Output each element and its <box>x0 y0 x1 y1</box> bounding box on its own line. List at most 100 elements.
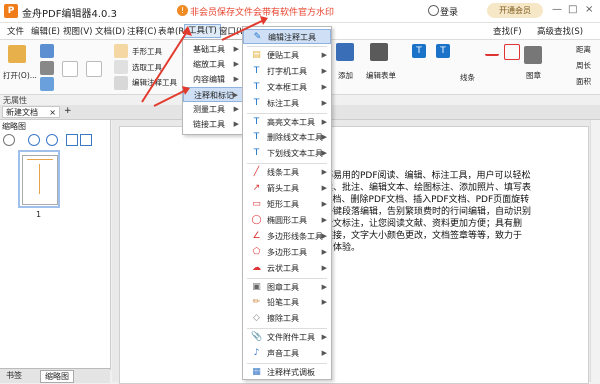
annot-menu-label: 擦除工具 <box>267 314 299 324</box>
advanced-find-button[interactable]: 高级查找(S) <box>534 25 586 37</box>
annotation-submenu: ✎ 编辑注释工具 ▤ 便贴工具 ▶ T 打字机工具 ▶ T 文本框工具 ▶ T 标注工具 ▶ T 高亮文本工具… <box>242 26 332 380</box>
ellipse-icon: ◯ <box>251 214 262 225</box>
doc-line: PDF文档、删除PDF文档、插入PDF文档、PDF页面旋转 <box>306 195 530 205</box>
annot-menu-item[interactable]: T 标注工具 ▶ <box>243 96 331 111</box>
annot-menu-item[interactable]: T 删除线文本工具 ▶ <box>243 130 331 145</box>
find-button[interactable]: 查找(F) <box>490 25 525 37</box>
warning-icon: ! <box>177 5 188 16</box>
hand-tool-icon[interactable] <box>114 44 128 58</box>
text-icon[interactable]: T <box>412 44 426 58</box>
menu-view[interactable]: 视图(V) <box>60 25 95 37</box>
pencil-icon: ✏ <box>252 297 261 308</box>
menu-separator <box>247 363 327 364</box>
menu-document[interactable]: 文档(D) <box>92 25 128 37</box>
distance-button[interactable]: 距离 <box>576 44 591 55</box>
annot-menu-item[interactable]: ☁ 云状工具 ▶ <box>243 261 331 276</box>
annot-menu-item[interactable]: T 文本框工具 ▶ <box>243 80 331 95</box>
add-button[interactable]: 添加 <box>338 70 353 81</box>
undo-icon[interactable] <box>62 61 78 77</box>
annot-menu-item[interactable]: ▦ 注释样式调板 <box>243 365 331 380</box>
typewriter-icon: T <box>253 65 260 76</box>
annot-menu-item[interactable]: T 高亮文本工具 ▶ <box>243 115 331 130</box>
print-icon[interactable] <box>40 61 54 75</box>
zoom-out-icon[interactable] <box>28 134 40 146</box>
edit-form-button[interactable]: 编辑表单 <box>366 70 396 81</box>
stamp-icon[interactable] <box>524 46 542 64</box>
stamp-button[interactable]: 图章 <box>526 70 541 81</box>
polygon-icon: ⬠ <box>252 246 261 257</box>
settings-icon[interactable] <box>3 134 15 146</box>
submenu-arrow-icon: ▶ <box>321 133 327 142</box>
annot-menu-label: 便贴工具 <box>267 50 299 60</box>
redo-icon[interactable] <box>86 61 102 77</box>
annot-menu-item[interactable]: ✏ 铅笔工具 ▶ <box>243 295 331 310</box>
annot-menu-label: 多边形线条工具 <box>267 231 323 241</box>
annot-menu-item[interactable]: T 下划线文本工具 ▶ <box>243 146 331 161</box>
submenu-arrow-icon: ▶ <box>321 263 327 272</box>
pdf-page[interactable] <box>119 126 589 384</box>
menu-separator <box>247 112 327 114</box>
annot-menu-label: 高亮文本工具 <box>267 117 315 127</box>
annot-menu-item[interactable]: ╱ 线条工具 ▶ <box>243 165 331 180</box>
bookmarks-tab[interactable]: 书签 <box>2 370 26 381</box>
zoom-in-icon[interactable] <box>46 134 58 146</box>
annot-menu-item[interactable]: ▤ 便贴工具 ▶ <box>243 48 331 63</box>
doc-line: 进行全文标注，让您阅读文献、资料更加方便；具有删 <box>306 219 523 229</box>
rectangle-icon: ▭ <box>252 199 261 209</box>
close-button[interactable]: × <box>585 4 593 15</box>
vertical-scrollbar[interactable] <box>590 120 600 382</box>
polygon-icon[interactable] <box>504 44 520 60</box>
doc-line: 款轻巧易用的PDF阅读、编辑、标注工具，用户可以轻松 <box>306 171 531 181</box>
add-icon[interactable] <box>336 43 354 61</box>
file-attachment-icon: 📎 <box>251 332 263 343</box>
area-button[interactable]: 面积 <box>576 76 591 87</box>
open-folder-icon[interactable] <box>8 45 26 63</box>
page-thumbnail[interactable] <box>22 155 58 205</box>
login-link[interactable]: 登录 <box>440 5 458 18</box>
annot-menu-item[interactable]: ⬠ 多边形工具 ▶ <box>243 245 331 260</box>
add-tab-icon[interactable]: + <box>64 106 72 116</box>
text-box-icon[interactable]: T <box>436 44 450 58</box>
eraser-icon: ◇ <box>253 313 260 324</box>
strikethrough-icon: T <box>253 132 260 143</box>
annot-menu-label: 图章工具 <box>267 282 299 292</box>
panel-tab-bar: 书签 缩略图 <box>0 368 110 383</box>
annot-menu-item[interactable]: 📎 文件附件工具 ▶ <box>243 330 331 345</box>
document-tab-label: 新建文档 <box>6 108 38 117</box>
menu-edit[interactable]: 编辑(E) <box>28 25 63 37</box>
annot-menu-item[interactable]: ↗ 箭头工具 ▶ <box>243 181 331 196</box>
annot-menu-label: 打字机工具 <box>267 66 307 76</box>
email-icon[interactable] <box>40 77 54 91</box>
perimeter-button[interactable]: 周长 <box>576 60 591 71</box>
annot-menu-item[interactable]: ◯ 椭圆形工具 ▶ <box>243 213 331 228</box>
open-button[interactable]: 打开(O)... <box>3 70 37 81</box>
annot-menu-item[interactable]: T 打字机工具 ▶ <box>243 64 331 79</box>
submenu-arrow-icon: ▶ <box>321 349 327 358</box>
tools-link[interactable]: 链接工具 ▶ <box>183 117 243 132</box>
close-tab-icon[interactable]: × <box>49 107 56 119</box>
annot-menu-item[interactable]: ▣ 图章工具 ▶ <box>243 280 331 295</box>
maximize-button[interactable]: □ <box>568 4 577 15</box>
select-tool-icon[interactable] <box>114 60 128 74</box>
rotate-icon[interactable] <box>66 134 78 146</box>
submenu-arrow-icon: ▶ <box>321 333 327 342</box>
save-icon[interactable] <box>40 44 54 58</box>
vip-button[interactable]: 开通会员 <box>487 3 543 18</box>
annot-menu-item[interactable]: ∠ 多边形线条工具 ▶ <box>243 229 331 244</box>
menu-file[interactable]: 文件 <box>4 25 27 37</box>
thumbnails-tab[interactable]: 缩略图 <box>40 370 74 383</box>
doc-line: 、阅读、批注、编辑文本、绘图标注、添加照片、填写表 <box>306 183 532 193</box>
annot-menu-item[interactable]: ▭ 矩形工具 ▶ <box>243 197 331 212</box>
underline-icon: T <box>253 148 260 159</box>
minimize-button[interactable]: — <box>552 4 562 15</box>
submenu-arrow-icon: ▶ <box>321 231 327 240</box>
fit-icon[interactable] <box>80 134 92 146</box>
edit-form-icon[interactable] <box>370 43 388 61</box>
annot-menu-item[interactable]: ◇ 擦除工具 <box>243 311 331 326</box>
submenu-arrow-icon: ▶ <box>321 298 327 307</box>
line-tool-button[interactable]: 线条 <box>460 72 475 83</box>
document-tab[interactable]: 新建文档 × <box>2 106 60 118</box>
edit-annotation-icon[interactable] <box>114 76 128 90</box>
line-icon[interactable] <box>485 44 499 56</box>
annot-menu-item[interactable]: ♪ 声音工具 ▶ <box>243 346 331 361</box>
